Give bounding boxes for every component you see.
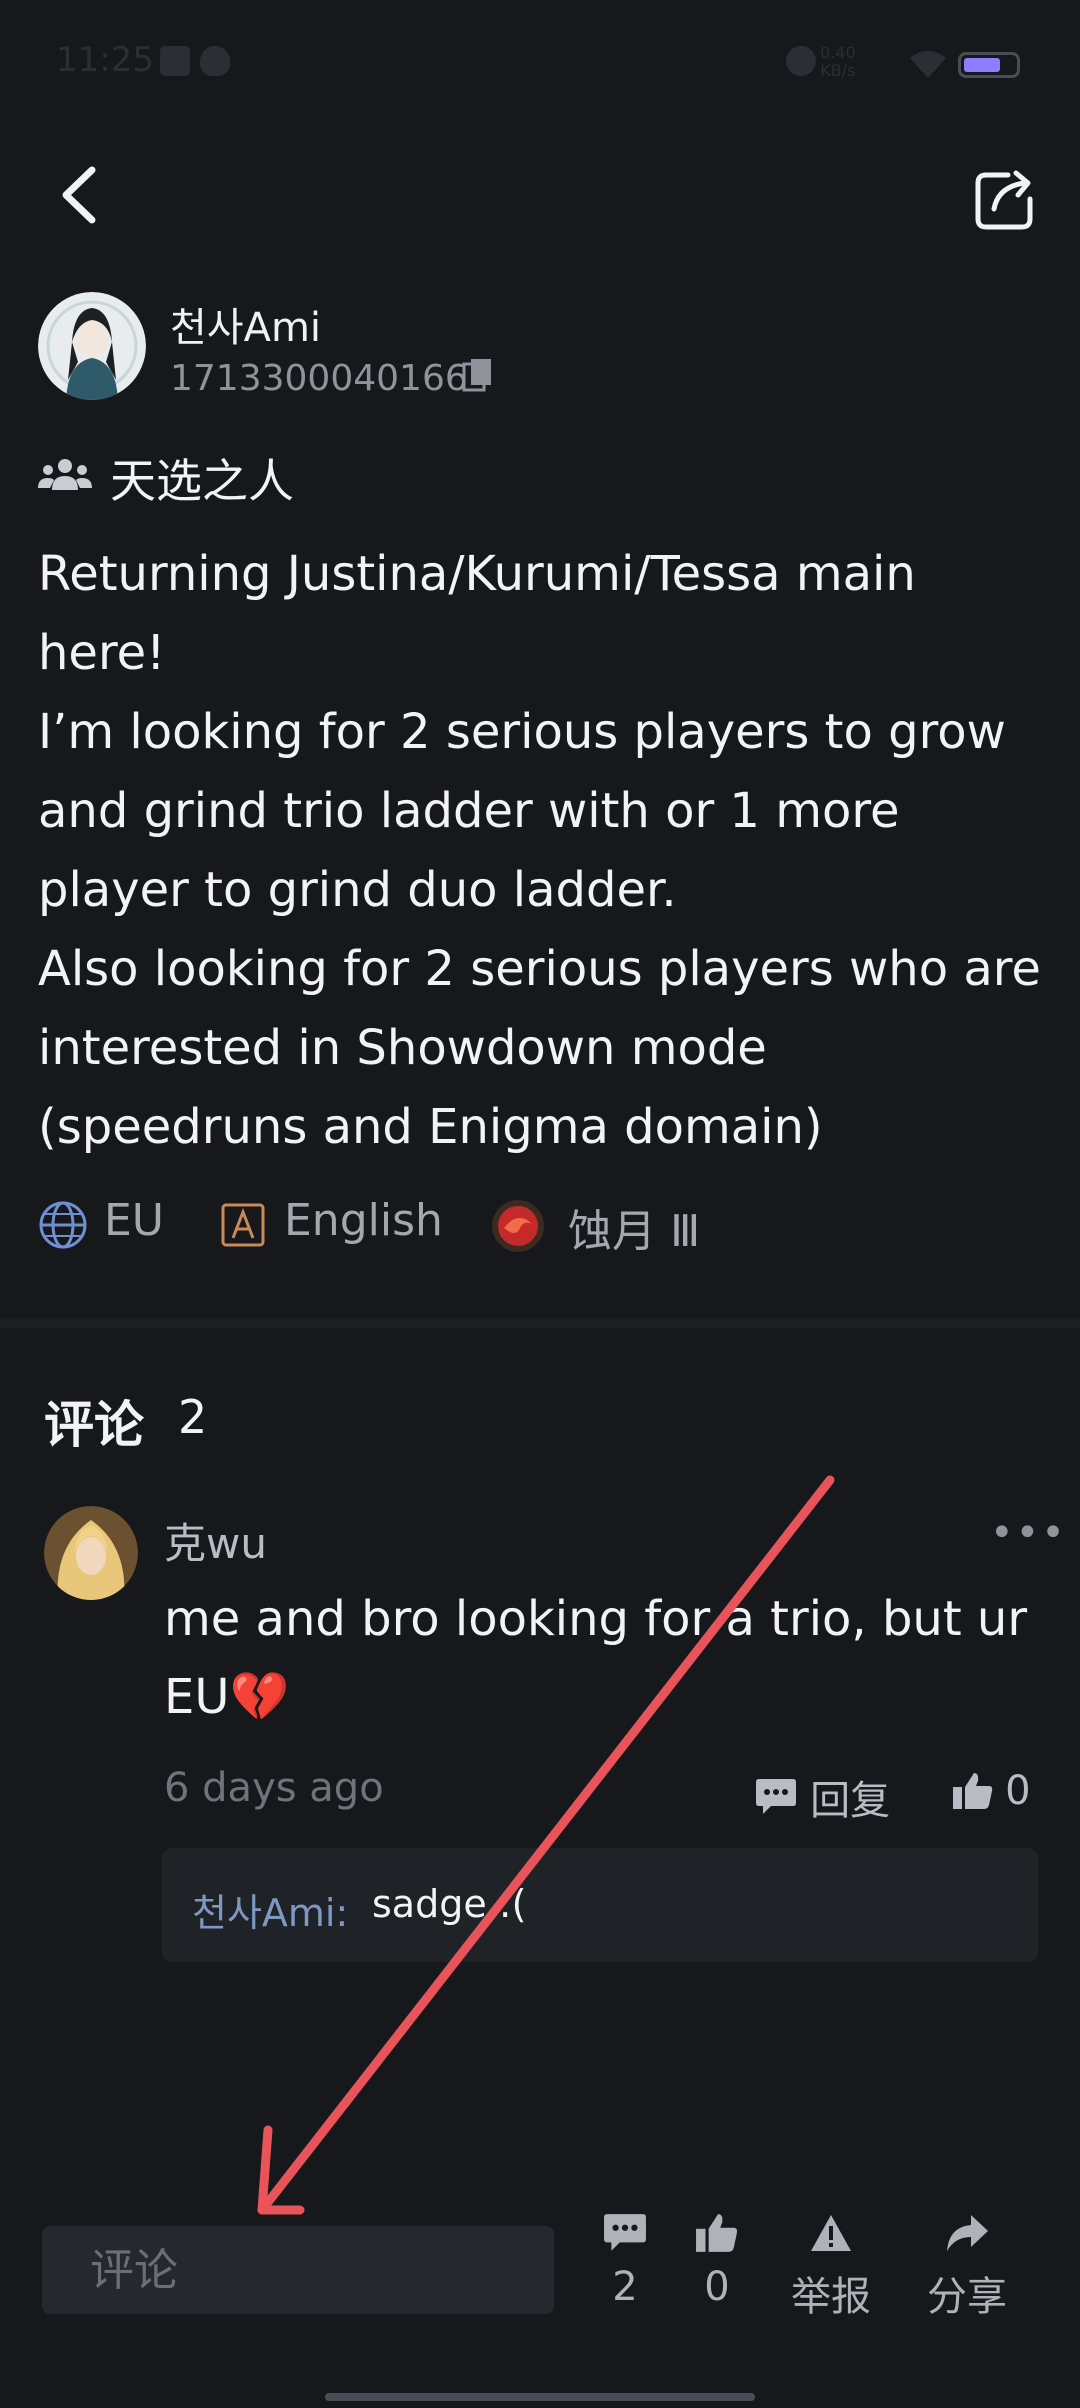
share-label: 分享 — [927, 2274, 1007, 2320]
share-button[interactable]: 分享 — [912, 2212, 1022, 2322]
gallery-icon — [160, 46, 190, 76]
reply-username[interactable]: 천사Ami: — [192, 1882, 348, 1937]
comment-like-button[interactable]: 0 — [952, 1768, 1031, 1814]
language-label: English — [284, 1195, 443, 1246]
comment-input-field[interactable] — [42, 2226, 554, 2314]
share-icon[interactable] — [970, 165, 1040, 235]
back-arrow-icon[interactable] — [50, 160, 110, 230]
status-time: 11:25 — [56, 40, 154, 80]
wifi-icon — [910, 51, 946, 78]
author-avatar[interactable] — [38, 292, 146, 400]
like-count-label: 0 — [704, 2264, 730, 2310]
reply-text: sadge :( — [372, 1882, 527, 1926]
reply-button[interactable]: 回复 — [755, 1768, 890, 1826]
battery-level — [964, 58, 1000, 72]
report-button[interactable]: 举报 — [776, 2212, 886, 2322]
thumbs-up-icon — [696, 2214, 738, 2252]
report-label: 举报 — [791, 2274, 871, 2320]
like-button[interactable]: 0 — [662, 2212, 772, 2310]
post-body: Returning Justina/Kurumi/Tessa main here… — [38, 546, 1041, 1155]
comment-like-count: 0 — [1005, 1768, 1031, 1814]
share-arrow-icon — [947, 2215, 988, 2251]
comment-username[interactable]: 克wu — [164, 1510, 267, 1571]
comments-count: 2 — [178, 1390, 208, 1444]
reply-thread[interactable]: 천사Ami: sadge :( — [162, 1848, 1038, 1962]
comment-bubble-icon — [604, 2214, 646, 2251]
comment-timestamp: 6 days ago — [164, 1765, 384, 1811]
author-name: 천사Ami — [170, 305, 322, 351]
region-label: EU — [104, 1195, 165, 1246]
team-tag: 天选之人 — [110, 454, 294, 508]
battery-icon — [958, 52, 1020, 78]
network-speed: 0.40 KB/s — [820, 43, 856, 80]
author-id: 1713300040166 — [170, 358, 468, 399]
thumbs-up-icon — [953, 1773, 993, 1809]
mute-icon — [786, 46, 816, 76]
commenter-avatar[interactable] — [44, 1506, 138, 1600]
comments-title: 评论 — [44, 1396, 144, 1454]
rank-badge-icon — [492, 1200, 544, 1252]
comment-bubble-icon — [756, 1779, 796, 1814]
comment-text: me and bro looking for a trio, but ur EU… — [164, 1591, 1028, 1725]
language-icon — [221, 1203, 265, 1247]
shield-icon — [200, 46, 230, 76]
status-bar: 11:25 0.40 KB/s — [0, 0, 1080, 120]
more-options-icon[interactable]: ••• — [990, 1510, 1067, 1556]
copy-icon[interactable] — [462, 358, 492, 392]
warning-icon — [811, 2215, 851, 2251]
comment-input[interactable] — [42, 2226, 554, 2314]
section-divider — [0, 1318, 1080, 1328]
globe-icon — [39, 1201, 87, 1249]
rank-label: 蚀月 Ⅲ — [568, 1206, 701, 1257]
home-indicator — [325, 2393, 755, 2401]
group-icon — [38, 459, 92, 490]
reply-label: 回复 — [810, 1778, 891, 1824]
